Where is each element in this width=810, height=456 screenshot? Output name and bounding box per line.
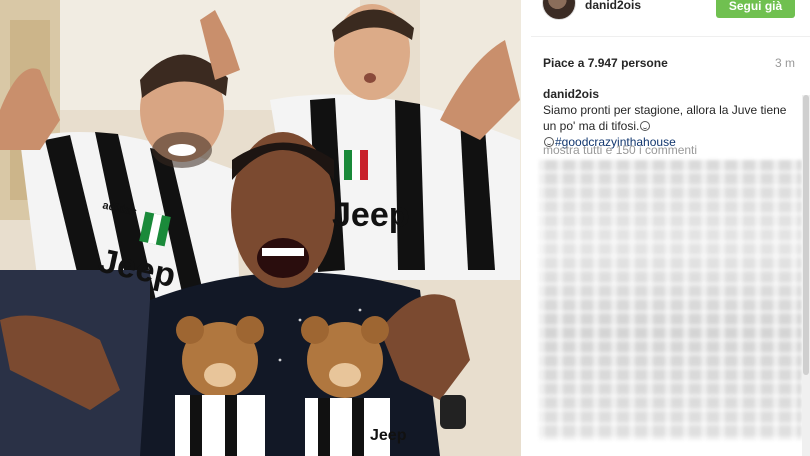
post-side-panel: danid2ois Segui già Piace a 7.947 person…: [521, 0, 810, 456]
follow-button[interactable]: Segui già: [716, 0, 795, 18]
scrollbar-thumb[interactable]: [803, 95, 809, 375]
comments-scrollbar[interactable]: [802, 95, 810, 456]
jersey-sponsor-right: Jeep: [332, 196, 410, 234]
likes-count[interactable]: Piace a 7.947 persone: [543, 56, 668, 70]
caption-author[interactable]: danid2ois: [543, 86, 798, 102]
username-link[interactable]: danid2ois: [585, 0, 641, 12]
caption: danid2ois Siamo pronti per stagione, all…: [543, 86, 798, 150]
bear-sponsor: Jeep: [370, 427, 407, 444]
smiley-icon: [640, 121, 651, 131]
view-all-comments-link[interactable]: mostra tutti e 150 i commenti: [543, 143, 697, 157]
stats-row: Piace a 7.947 persone 3 m: [543, 56, 795, 72]
post-photo[interactable]: Jeep Jeep Jeep adidas: [0, 0, 521, 456]
blurred-comments: [539, 160, 802, 440]
header-divider: [531, 36, 810, 37]
timestamp[interactable]: 3 m: [775, 56, 795, 70]
caption-text: Siamo pronti per stagione, allora la Juv…: [543, 103, 787, 133]
photo-illustration: Jeep Jeep Jeep adidas: [0, 0, 521, 456]
post-header: danid2ois Segui già: [521, 0, 810, 30]
avatar[interactable]: [542, 0, 576, 20]
